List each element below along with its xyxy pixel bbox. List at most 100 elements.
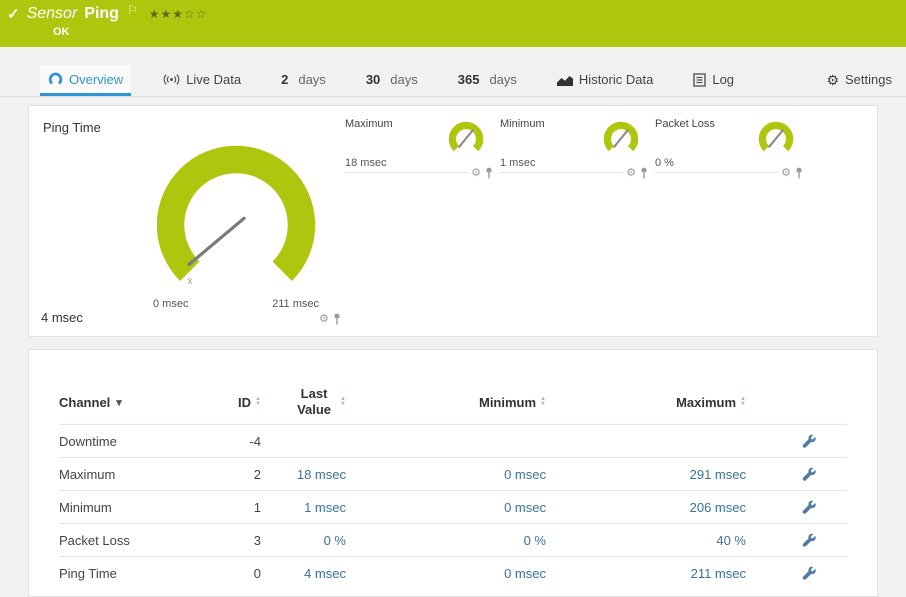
col-header-id-label: ID — [238, 395, 251, 410]
tab-log[interactable]: Log — [685, 65, 742, 96]
gauge-settings-gear-icon[interactable]: ⚙ — [471, 168, 481, 179]
tab-2-days-number: 2 — [281, 72, 288, 87]
tab-historic-data-label: Historic Data — [579, 72, 653, 87]
channel-row-maximum[interactable]: Maximum 2 18 msec 0 msec 291 msec — [59, 457, 847, 490]
flag-icon[interactable]: ⚐ — [127, 3, 138, 17]
col-header-channel[interactable]: Channel ▾ — [59, 395, 234, 410]
channel-name: Packet Loss — [59, 533, 234, 548]
sensor-name: Ping — [84, 5, 119, 23]
channel-row-downtime[interactable]: Downtime -4 — [59, 424, 847, 457]
mini-gauge-actions: ⚙ — [778, 167, 803, 179]
tab-365-days-number: 365 — [458, 72, 480, 87]
gauge-scale: 0 msec 211 msec — [141, 298, 331, 310]
tab-30-days-unit: days — [390, 72, 417, 87]
log-document-icon — [693, 73, 706, 87]
sort-icon: ▲▼ — [740, 397, 746, 407]
gauge-settings-gear-icon[interactable]: ⚙ — [626, 168, 636, 179]
gauge-pin-icon[interactable] — [485, 167, 493, 179]
sort-desc-icon: ▾ — [116, 396, 122, 409]
channel-id: 1 — [234, 500, 269, 515]
col-header-maximum[interactable]: Maximum ▲▼ — [554, 395, 754, 410]
tab-365-days[interactable]: 365 days — [450, 65, 525, 96]
mini-gauge-value: 1 msec — [500, 157, 535, 169]
gauge-min-label: 0 msec — [153, 298, 188, 310]
col-header-minimum[interactable]: Minimum ▲▼ — [354, 395, 554, 410]
col-header-last-value-label: Last Value — [292, 386, 336, 419]
tab-settings[interactable]: ⚙ Settings — [818, 65, 900, 96]
channel-id: -4 — [234, 434, 269, 449]
maximum-value: 206 msec — [554, 500, 754, 515]
table-header-row: Channel ▾ ID ▲▼ Last Value ▲▼ Minimum ▲▼… — [59, 380, 847, 424]
tab-30-days[interactable]: 30 days — [358, 65, 426, 96]
last-value: 0 % — [269, 533, 354, 548]
maximum-value: 291 msec — [554, 467, 754, 482]
sort-icon: ▲▼ — [255, 397, 261, 407]
mini-gauge-dial — [753, 116, 799, 162]
gauge-settings-gear-icon[interactable]: ⚙ — [781, 168, 791, 179]
gauges-panel: Ping Time x̄ 0 msec 211 msec 4 msec ⚙ Ma… — [28, 105, 878, 337]
sensor-type-label: Sensor — [27, 5, 78, 23]
sensor-page: ✓ Sensor Ping ⚐ ★★★☆☆ OK Overview Live D… — [0, 0, 906, 597]
sensor-header: ✓ Sensor Ping ⚐ ★★★☆☆ OK — [0, 0, 906, 47]
edit-channel-wrench-icon[interactable] — [802, 533, 817, 548]
gauge-max-label: 211 msec — [272, 298, 319, 310]
channel-row-ping-time[interactable]: Ping Time 0 4 msec 0 msec 211 msec — [59, 556, 847, 589]
channel-actions — [754, 566, 847, 581]
tab-settings-label: Settings — [845, 72, 892, 87]
main-gauge-title: Ping Time — [43, 120, 101, 135]
sort-icon: ▲▼ — [340, 397, 346, 407]
gauge-pin-icon[interactable] — [640, 167, 648, 179]
channel-id: 3 — [234, 533, 269, 548]
priority-stars[interactable]: ★★★☆☆ — [149, 7, 208, 21]
edit-channel-wrench-icon[interactable] — [802, 500, 817, 515]
col-header-channel-label: Channel — [59, 395, 110, 410]
last-value: 1 msec — [269, 500, 354, 515]
gauge-pin-icon[interactable] — [795, 167, 803, 179]
channels-panel: Channel ▾ ID ▲▼ Last Value ▲▼ Minimum ▲▼… — [28, 349, 878, 597]
live-data-icon — [163, 73, 180, 86]
col-header-maximum-label: Maximum — [676, 395, 736, 410]
mini-gauge-maximum: Maximum 18 msec ⚙ — [345, 118, 493, 173]
channel-row-minimum[interactable]: Minimum 1 1 msec 0 msec 206 msec — [59, 490, 847, 523]
mini-gauge-packet-loss: Packet Loss 0 % ⚙ — [655, 118, 803, 173]
mini-gauge-actions: ⚙ — [468, 167, 493, 179]
col-header-id[interactable]: ID ▲▼ — [234, 395, 269, 410]
minimum-value: 0 msec — [354, 566, 554, 581]
tab-365-days-unit: days — [489, 72, 516, 87]
edit-channel-wrench-icon[interactable] — [802, 566, 817, 581]
mini-gauge-dial — [443, 116, 489, 162]
main-gauge-actions: ⚙ — [319, 313, 341, 325]
last-value: 18 msec — [269, 467, 354, 482]
ping-time-gauge-dial: x̄ — [141, 130, 331, 320]
mean-marker: x̄ — [187, 276, 192, 287]
channel-actions — [754, 533, 847, 548]
minimum-value: 0 % — [354, 533, 554, 548]
overview-gauge-icon — [48, 72, 63, 87]
tab-2-days-unit: days — [298, 72, 325, 87]
col-header-minimum-label: Minimum — [479, 395, 536, 410]
channel-row-packet-loss[interactable]: Packet Loss 3 0 % 0 % 40 % — [59, 523, 847, 556]
minimum-value: 0 msec — [354, 467, 554, 482]
gauge-pin-icon[interactable] — [333, 313, 341, 325]
edit-channel-wrench-icon[interactable] — [802, 467, 817, 482]
tab-historic-data[interactable]: Historic Data — [549, 65, 661, 96]
col-header-last-value[interactable]: Last Value ▲▼ — [269, 386, 354, 419]
edit-channel-wrench-icon[interactable] — [802, 434, 817, 449]
gauge-settings-gear-icon[interactable]: ⚙ — [319, 314, 329, 325]
tab-bar: Overview Live Data 2 days 30 days 365 da… — [0, 63, 906, 97]
mini-gauge-dial — [598, 116, 644, 162]
tab-2-days[interactable]: 2 days — [273, 65, 334, 96]
sort-icon: ▲▼ — [540, 397, 546, 407]
channel-name: Ping Time — [59, 566, 234, 581]
sensor-title-row: ✓ Sensor Ping ⚐ ★★★☆☆ — [7, 5, 896, 23]
channel-id: 0 — [234, 566, 269, 581]
maximum-value: 211 msec — [554, 566, 754, 581]
settings-gear-icon: ⚙ — [826, 73, 839, 87]
tab-overview[interactable]: Overview — [40, 65, 131, 96]
mini-gauge-value: 0 % — [655, 157, 674, 169]
mini-gauge-value: 18 msec — [345, 157, 387, 169]
tab-log-label: Log — [712, 72, 734, 87]
tab-live-data[interactable]: Live Data — [155, 65, 249, 96]
maximum-value: 40 % — [554, 533, 754, 548]
minimum-value: 0 msec — [354, 500, 554, 515]
